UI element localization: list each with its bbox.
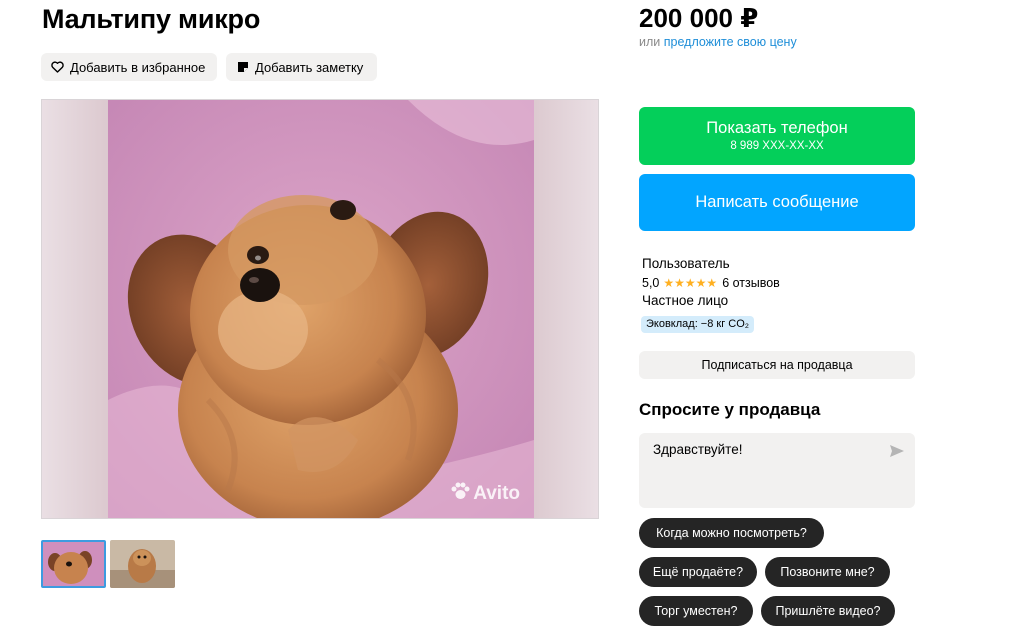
offer-price-line: или предложите свою цену xyxy=(639,35,797,49)
quick-question-chip[interactable]: Пришлёте видео? xyxy=(761,596,895,626)
add-note-label: Добавить заметку xyxy=(255,59,364,75)
listing-title: Мальтипу микро xyxy=(42,4,261,34)
quick-question-chip[interactable]: Ещё продаёте? xyxy=(639,557,757,587)
reviews-count: 6 отзывов xyxy=(722,276,780,290)
seller-name[interactable]: Пользователь xyxy=(642,256,730,271)
avito-watermark: Avito xyxy=(450,482,520,506)
subscribe-to-seller-button[interactable]: Подписаться на продавца xyxy=(639,351,915,379)
eco-contribution-badge[interactable]: Эковклад: −8 кг CO₂ xyxy=(641,316,755,333)
photo-thumbnail-2[interactable] xyxy=(110,540,175,588)
price: 200 000 ₽ xyxy=(639,3,759,33)
main-photo[interactable]: Avito xyxy=(41,99,599,519)
message-input[interactable]: Здравствуйте! xyxy=(639,433,915,508)
note-icon xyxy=(236,61,249,74)
add-to-favorites-button[interactable]: Добавить в избранное xyxy=(41,53,217,81)
photo-blur-left xyxy=(42,100,108,518)
thumbnail-2-image xyxy=(110,540,175,588)
heart-icon xyxy=(51,61,64,74)
quick-question-chip[interactable]: Когда можно посмотреть? xyxy=(639,518,824,548)
write-message-button[interactable]: Написать сообщение xyxy=(639,174,915,231)
send-arrow-icon[interactable] xyxy=(889,443,905,459)
quick-question-chip[interactable]: Позвоните мне? xyxy=(765,557,890,587)
masked-phone-number: 8 989 XXX-XX-XX xyxy=(730,140,824,152)
offer-prefix: или xyxy=(639,35,661,49)
thumbnail-1-image xyxy=(43,542,104,586)
add-to-favorites-label: Добавить в избранное xyxy=(70,59,206,75)
seller-rating[interactable]: 5,0 ★★★★★ 6 отзывов xyxy=(642,276,780,290)
photo-thumbnail-1[interactable] xyxy=(41,540,106,588)
add-note-button[interactable]: Добавить заметку xyxy=(226,53,377,81)
show-phone-button[interactable]: Показать телефон 8 989 XXX-XX-XX xyxy=(639,107,915,165)
rating-value: 5,0 xyxy=(642,276,660,290)
paw-icon xyxy=(450,482,470,506)
quick-question-chip[interactable]: Торг уместен? xyxy=(639,596,753,626)
rating-stars-icon: ★★★★★ xyxy=(663,276,718,290)
ask-seller-heading: Спросите у продавца xyxy=(639,400,821,419)
watermark-text: Avito xyxy=(473,483,520,504)
offer-price-link[interactable]: предложите свою цену xyxy=(664,35,797,49)
puppy-photo xyxy=(108,100,534,518)
photo-blur-right xyxy=(532,100,598,518)
seller-type: Частное лицо xyxy=(642,293,729,308)
show-phone-label: Показать телефон xyxy=(706,119,848,137)
